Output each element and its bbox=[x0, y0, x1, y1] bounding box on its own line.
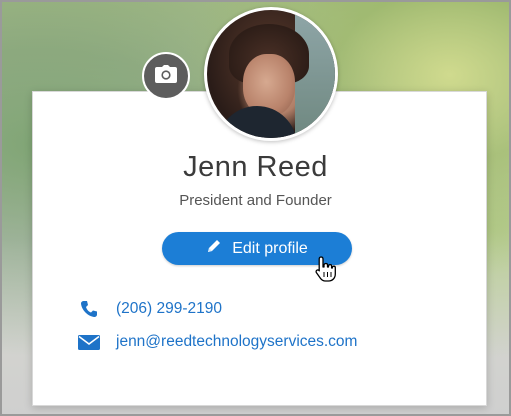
edit-profile-label: Edit profile bbox=[232, 239, 308, 257]
avatar[interactable] bbox=[207, 10, 335, 138]
change-photo-button[interactable] bbox=[142, 52, 190, 100]
email-contact[interactable]: jenn@reedtechnologyservices.com bbox=[76, 333, 357, 351]
phone-contact[interactable]: (206) 299-2190 bbox=[76, 300, 222, 318]
mail-icon bbox=[76, 334, 102, 350]
pencil-icon bbox=[206, 238, 222, 259]
profile-job-title: President and Founder bbox=[179, 192, 332, 209]
camera-icon bbox=[155, 64, 177, 88]
phone-number: (206) 299-2190 bbox=[116, 300, 222, 317]
phone-icon bbox=[76, 300, 102, 318]
hand-cursor-icon bbox=[312, 255, 340, 283]
profile-name: Jenn Reed bbox=[183, 151, 328, 183]
avatar-frame bbox=[204, 7, 338, 141]
email-address: jenn@reedtechnologyservices.com bbox=[116, 333, 358, 350]
